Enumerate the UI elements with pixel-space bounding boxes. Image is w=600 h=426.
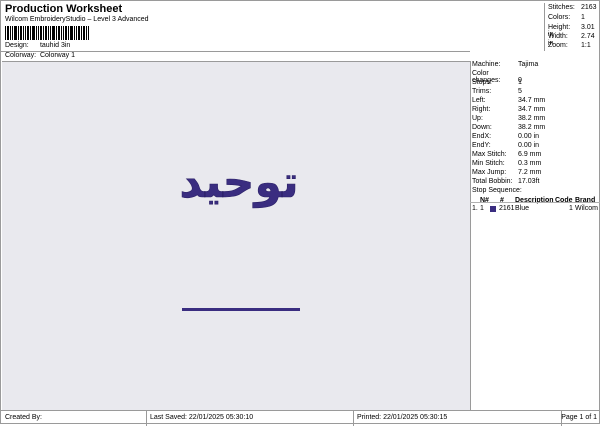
stat-label: Colors:	[548, 14, 571, 21]
stat-label: Stitches:	[548, 4, 575, 11]
detail-value: 34.7 mm	[518, 106, 546, 113]
design-canvas[interactable]: توحيد	[2, 61, 471, 411]
stat-row: Colors: 1	[548, 14, 585, 21]
detail-label: EndY:	[472, 142, 491, 149]
detail-row: Total Bobbin: 17.03ft	[472, 178, 539, 185]
detail-label: Total Bobbin:	[472, 178, 513, 185]
detail-row: Max Stitch: 6.9 mm	[472, 151, 541, 158]
summary-stats: Stitches: 2163 Colors: 1 Height: 3.01 in Wi…	[544, 3, 600, 51]
stat-label: Zoom:	[548, 42, 568, 49]
colorway-label: Colorway:	[5, 52, 37, 59]
color-swatch	[490, 206, 496, 212]
page-number: Page 1 of 1	[561, 414, 597, 421]
details-panel: Machine: Tajima Color changes: 0 Stops: 1 T…	[470, 61, 600, 410]
design-text: توحيد	[179, 157, 298, 208]
detail-row: Down: 38.2 mm	[472, 124, 545, 131]
detail-row: Stops: 1	[472, 79, 522, 86]
row-description: Blue	[515, 205, 530, 212]
detail-row: Min Stitch: 0.3 mm	[472, 160, 541, 167]
worksheet: Production Worksheet Wilcom EmbroiderySt…	[0, 0, 600, 426]
detail-label: Trims:	[472, 88, 492, 95]
detail-value: 38.2 mm	[518, 115, 546, 122]
detail-value: 34.7 mm	[518, 97, 546, 104]
row-brand: Wilcom	[575, 205, 598, 212]
row-index: 1.	[472, 205, 478, 212]
detail-row: Right: 34.7 mm	[472, 106, 545, 113]
detail-label: Up:	[472, 115, 483, 122]
detail-row: Trims: 5	[472, 88, 522, 95]
stat-value: 1	[581, 14, 585, 21]
detail-label: Stops:	[472, 79, 492, 86]
detail-value: 38.2 mm	[518, 124, 546, 131]
detail-value: 5	[518, 88, 522, 95]
detail-label: EndX:	[472, 133, 492, 140]
detail-label: Down:	[472, 124, 492, 131]
detail-value: 17.03ft	[518, 178, 540, 185]
detail-label: Right:	[472, 106, 491, 113]
colorway-row: Colorway: Colorway 1	[5, 52, 75, 59]
detail-row: Left: 34.7 mm	[472, 97, 545, 104]
embroidery-design: توحيد	[179, 157, 299, 208]
detail-label: Machine:	[472, 61, 501, 68]
barcode-icon	[5, 26, 89, 40]
detail-row: Max Jump: 7.2 mm	[472, 169, 541, 176]
detail-label: Min Stitch:	[472, 160, 505, 167]
stat-label: Width:	[548, 33, 568, 40]
stat-value: 2163	[581, 4, 597, 11]
divider	[470, 202, 600, 203]
detail-row: EndY: 0.00 in	[472, 142, 539, 149]
detail-value: 6.9 mm	[518, 151, 542, 158]
design-label: Design:	[5, 42, 29, 49]
design-value: tauhid 3in	[39, 42, 71, 49]
underline-stroke	[182, 308, 300, 311]
created-by: Created By:	[5, 414, 42, 421]
detail-value: 0.00 in	[518, 133, 540, 140]
detail-label: Left:	[472, 97, 486, 104]
last-saved: Last Saved: 22/01/2025 05:30:10	[150, 414, 254, 421]
row-stitches: 2161	[499, 205, 515, 212]
detail-row: Machine: Tajima	[472, 61, 538, 68]
detail-value: 0.3 mm	[518, 160, 542, 167]
detail-row: Up: 38.2 mm	[472, 115, 545, 122]
detail-value: 0.00 in	[518, 142, 540, 149]
detail-label: Max Stitch:	[472, 151, 507, 158]
software-subtitle: Wilcom EmbroideryStudio – Level 3 Advanc…	[5, 16, 149, 23]
stat-row: Zoom: 1:1	[548, 42, 591, 49]
colorway-value: Colorway 1	[39, 52, 75, 59]
detail-value: 7.2 mm	[518, 169, 542, 176]
detail-label: Max Jump:	[472, 169, 507, 176]
page-title: Production Worksheet	[5, 3, 123, 15]
stat-label: Height:	[548, 24, 571, 31]
design-row: Design: tauhid 3in	[5, 42, 70, 49]
detail-value: 1	[518, 79, 522, 86]
stat-row: Stitches: 2163	[548, 4, 597, 11]
row-code: 1	[569, 205, 573, 212]
row-n: 1	[480, 205, 484, 212]
stat-value: 1:1	[581, 42, 591, 49]
printed-date: Printed: 22/01/2025 05:30:15	[357, 414, 448, 421]
stop-sequence-heading: Stop Sequence:	[472, 187, 522, 194]
detail-row: EndX: 0.00 in	[472, 133, 539, 140]
detail-value: Tajima	[518, 61, 539, 68]
